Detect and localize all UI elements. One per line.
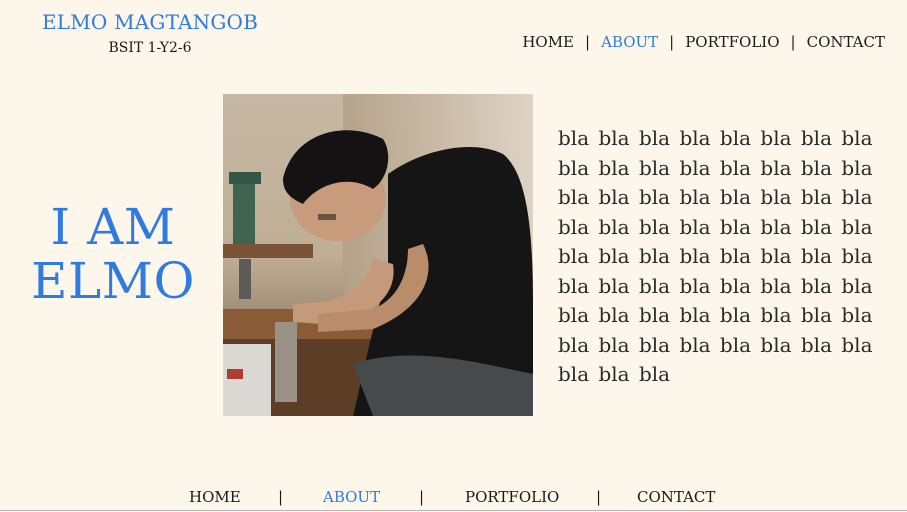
hero-line-2: ELMO (31, 252, 195, 310)
nav-separator: | (585, 33, 591, 51)
footer-nav-contact[interactable]: CONTACT (637, 488, 715, 506)
hero-line-1: I AM (50, 198, 176, 256)
hero-heading: I AM ELMO (18, 200, 208, 308)
nav-portfolio[interactable]: PORTFOLIO (685, 33, 779, 51)
footer-separator: | (278, 488, 284, 506)
brand-subtitle: BSIT 1-Y2-6 (108, 40, 192, 56)
nav-home[interactable]: HOME (522, 33, 574, 51)
footer-separator: | (419, 488, 425, 506)
nav-separator: | (669, 33, 675, 51)
about-paragraph: bla bla bla bla bla bla bla bla bla bla … (558, 126, 873, 386)
footer-nav-about[interactable]: ABOUT (323, 488, 380, 506)
nav-contact[interactable]: CONTACT (807, 33, 885, 51)
bottom-nav: HOME | ABOUT | PORTFOLIO | CONTACT (0, 488, 907, 508)
profile-photo (223, 94, 533, 416)
nav-separator: | (790, 33, 796, 51)
nav-about[interactable]: ABOUT (601, 33, 658, 51)
brand-name: ELMO MAGTANGOB (41, 10, 259, 34)
footer-nav-home[interactable]: HOME (189, 488, 241, 506)
footer-nav-portfolio[interactable]: PORTFOLIO (465, 488, 559, 506)
footer-separator: | (596, 488, 602, 506)
brand: ELMO MAGTANGOB BSIT 1-Y2-6 (38, 10, 262, 56)
bottom-divider (0, 510, 907, 511)
top-nav: HOME | ABOUT | PORTFOLIO | CONTACT (522, 33, 885, 51)
